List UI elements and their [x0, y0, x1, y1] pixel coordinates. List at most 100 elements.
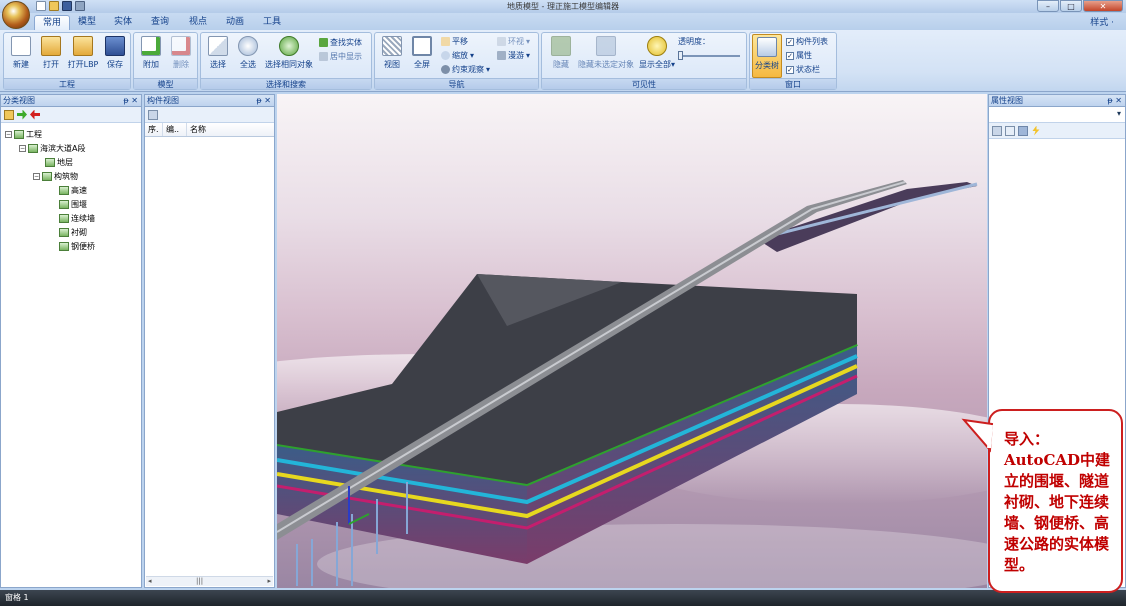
- tree-node[interactable]: 地层: [45, 157, 73, 168]
- checkbox-checked[interactable]: ✓: [786, 51, 794, 60]
- status-bar: 窗格 1: [0, 590, 1126, 606]
- events-lightning-icon[interactable]: [1032, 125, 1040, 136]
- roam-button[interactable]: 漫游 ▾: [497, 50, 530, 61]
- group-label: 窗口: [750, 78, 836, 89]
- chevron-down-icon[interactable]: ▾: [1117, 109, 1121, 118]
- tab-tools[interactable]: 工具: [255, 15, 289, 30]
- tree-node[interactable]: − 海滨大道A段: [19, 143, 85, 154]
- hide-button[interactable]: 隐藏: [546, 36, 576, 70]
- scroll-right-icon[interactable]: ▸: [267, 577, 271, 585]
- property-pages-icon[interactable]: [1018, 125, 1028, 136]
- tree-node[interactable]: 围堰: [59, 199, 87, 210]
- open-lbp-button[interactable]: 打开LBP: [66, 36, 100, 70]
- sort-az-icon[interactable]: [1005, 125, 1015, 136]
- col-header-no[interactable]: 序.: [145, 123, 163, 136]
- find-entity-button[interactable]: 查找实体: [319, 37, 362, 48]
- panel-pin-close-icon[interactable]: ᵽ ✕: [123, 95, 138, 107]
- node-icon: [59, 186, 69, 195]
- tree-icon: [757, 37, 777, 57]
- scroll-left-icon[interactable]: ◂: [148, 577, 152, 585]
- select-same-button[interactable]: 选择相同对象: [263, 36, 315, 70]
- group-label: 导航: [375, 78, 538, 89]
- style-menu[interactable]: 样式 ·: [1090, 15, 1114, 28]
- select-same-icon: [279, 36, 299, 56]
- maximize-button[interactable]: □: [1060, 0, 1082, 12]
- 3d-viewport[interactable]: [277, 94, 987, 588]
- panel-pin-close-icon[interactable]: ᵽ ✕: [1107, 95, 1122, 107]
- col-header-code[interactable]: 编..: [163, 123, 187, 136]
- attach-button[interactable]: 附加: [136, 36, 166, 70]
- group-label: 模型: [134, 78, 197, 89]
- green-arrow-icon[interactable]: [17, 109, 27, 120]
- tree-node[interactable]: − 工程: [5, 129, 42, 140]
- pan-button[interactable]: 平移: [441, 36, 468, 47]
- category-tree-button[interactable]: 分类树: [752, 34, 782, 78]
- tree-node[interactable]: 衬砌: [59, 227, 87, 238]
- open-folder-icon[interactable]: [4, 109, 14, 120]
- tree-node[interactable]: 高速: [59, 185, 87, 196]
- minimize-button[interactable]: –: [1037, 0, 1059, 12]
- col-header-name[interactable]: 名称: [187, 123, 274, 136]
- red-arrow-icon[interactable]: [30, 109, 40, 120]
- tab-entity[interactable]: 实体: [106, 15, 140, 30]
- tab-animation[interactable]: 动画: [218, 15, 252, 30]
- group-navigation: 视图 全屏 平移 缩放 ▾ 约束观察 ▾ 环视 ▾ 漫游 ▾ 导航: [374, 32, 539, 90]
- view-button[interactable]: 视图: [377, 36, 407, 70]
- property-toolbar: [989, 123, 1125, 139]
- node-icon: [28, 144, 38, 153]
- properties-toggle[interactable]: ✓ 属性: [786, 50, 812, 61]
- panel-pin-close-icon[interactable]: ᵽ ✕: [256, 95, 271, 107]
- panel-header: 构件视图 ᵽ ✕: [145, 95, 274, 107]
- folder-icon: [41, 36, 61, 56]
- zoom-button[interactable]: 缩放 ▾: [441, 50, 474, 61]
- application-menu-button[interactable]: [2, 1, 30, 29]
- constrained-view-button[interactable]: 约束观察 ▾: [441, 64, 490, 75]
- tab-model[interactable]: 模型: [70, 15, 104, 30]
- look-around-icon: [497, 37, 506, 46]
- select-all-button[interactable]: 全选: [233, 36, 263, 70]
- transparency-label: 透明度：: [678, 37, 710, 46]
- tree-node[interactable]: 钢便桥: [59, 241, 95, 252]
- hide-unselected-button[interactable]: 隐藏未选定对象: [578, 36, 634, 70]
- save-button[interactable]: 保存: [100, 36, 130, 70]
- tab-query[interactable]: 查询: [143, 15, 177, 30]
- open-button[interactable]: 打开: [36, 36, 66, 70]
- status-bar-toggle[interactable]: ✓ 状态栏: [786, 64, 820, 75]
- checkbox-checked[interactable]: ✓: [786, 37, 794, 46]
- tree-node[interactable]: − 构筑物: [33, 171, 78, 182]
- scroll-grip[interactable]: |||: [196, 577, 203, 585]
- center-show-button[interactable]: 居中显示: [319, 51, 362, 62]
- ribbon: 新建 打开 打开LBP 保存 工程 附加 删除 模型 选择 全选 选择相同对象 …: [0, 30, 1126, 92]
- panel-toolbar: [145, 107, 274, 123]
- group-window: 分类树 ✓ 构件列表 ✓ 属性 ✓ 状态栏 窗口: [749, 32, 837, 90]
- export-icon[interactable]: [148, 109, 158, 120]
- component-list-toggle[interactable]: ✓ 构件列表: [786, 36, 828, 47]
- cursor-icon: [208, 36, 228, 56]
- transparency-slider[interactable]: [678, 55, 740, 57]
- object-dropdown[interactable]: ▾: [989, 107, 1125, 123]
- select-button[interactable]: 选择: [203, 36, 233, 70]
- fullscreen-icon: [412, 36, 432, 56]
- node-icon: [45, 158, 55, 167]
- tab-home[interactable]: 常用: [34, 15, 71, 30]
- fullscreen-button[interactable]: 全屏: [407, 36, 437, 70]
- close-button[interactable]: ✕: [1083, 0, 1123, 12]
- group-label: 工程: [4, 78, 130, 89]
- group-project: 新建 打开 打开LBP 保存 工程: [3, 32, 131, 90]
- window-title: 地质模型 - 理正施工模型编辑器: [507, 2, 619, 11]
- orbit-button[interactable]: 环视 ▾: [497, 36, 530, 47]
- transparency-slider-thumb[interactable]: [678, 51, 683, 60]
- checkbox-checked[interactable]: ✓: [786, 65, 794, 74]
- show-all-button[interactable]: 显示全部▾: [638, 36, 676, 70]
- title-bar: 地质模型 - 理正施工模型编辑器 – □ ✕: [0, 0, 1126, 13]
- horizontal-scrollbar[interactable]: ◂ ||| ▸: [146, 576, 273, 586]
- tree-node[interactable]: 连续墙: [59, 213, 95, 224]
- categorized-icon[interactable]: [992, 125, 1002, 136]
- tab-viewpoint[interactable]: 视点: [181, 15, 215, 30]
- node-icon: [59, 214, 69, 223]
- delete-button[interactable]: 删除: [166, 36, 196, 70]
- new-button[interactable]: 新建: [6, 36, 36, 70]
- callout-body: AutoCAD中建立的围堰、隧道衬砌、地下连续墙、钢便桥、高速公路的实体模型。: [1004, 451, 1111, 574]
- group-label: 可见性: [542, 78, 746, 89]
- orbit-icon: [441, 65, 450, 74]
